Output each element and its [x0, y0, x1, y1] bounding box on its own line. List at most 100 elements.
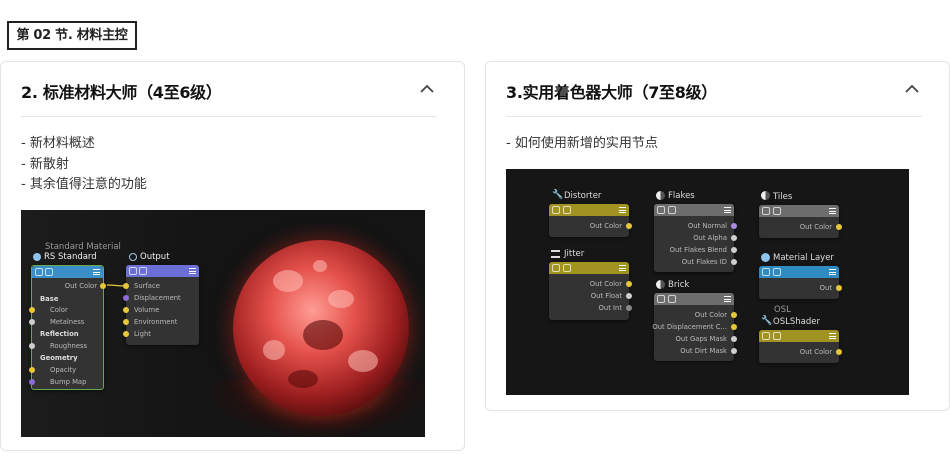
image-icon	[668, 206, 676, 214]
texture-icon	[656, 280, 665, 289]
port-label: Out Dirt Mask	[680, 347, 727, 355]
port-dot[interactable]	[626, 223, 632, 229]
port-dot[interactable]	[731, 312, 737, 318]
menu-icon[interactable]	[724, 207, 731, 213]
port-label: Out Displacement C...	[652, 323, 727, 331]
tiles-node[interactable]: Out Color	[759, 205, 842, 238]
port-dot[interactable]	[731, 324, 737, 330]
gear-icon	[762, 268, 770, 276]
port-label: Out Flakes Blend	[669, 246, 727, 254]
menu-icon[interactable]	[619, 207, 626, 213]
port-label: Out Color	[589, 222, 622, 230]
menu-icon[interactable]	[829, 269, 836, 275]
section-tag: 第 02 节. 材料主控	[7, 21, 137, 50]
course-card-standard-material: 2. 标准材料大师（4至6级） 新材料概述 新散射 其余值得注意的功能 Stan…	[0, 61, 465, 451]
port-dot[interactable]	[836, 285, 842, 291]
card-header[interactable]: 3.实用着色器大师（7至8级）	[506, 62, 922, 117]
material-sphere	[233, 240, 409, 416]
port-dot[interactable]	[731, 235, 737, 241]
card-title: 2. 标准材料大师（4至6级）	[21, 83, 222, 102]
distorter-node[interactable]: Out Color	[549, 204, 632, 237]
port-dot[interactable]	[123, 307, 129, 313]
port-dot[interactable]	[123, 283, 129, 289]
list-item: 如何使用新增的实用节点	[506, 134, 658, 155]
chevron-up-icon[interactable]	[419, 81, 435, 97]
node-title: Material Layer	[773, 253, 834, 263]
chevron-up-icon[interactable]	[904, 81, 920, 97]
output-icon	[129, 253, 137, 261]
port-dot[interactable]	[123, 295, 129, 301]
noise-icon	[551, 250, 560, 258]
node-title: Output	[140, 252, 170, 262]
menu-icon[interactable]	[829, 333, 836, 339]
flakes-node[interactable]: Out Normal Out Alpha Out Flakes Blend Ou…	[654, 204, 737, 272]
port-label: Out Float	[590, 292, 622, 300]
topic-list: 如何使用新增的实用节点	[506, 134, 658, 155]
texture-icon	[761, 191, 770, 200]
menu-icon[interactable]	[619, 265, 626, 271]
port-dot[interactable]	[731, 247, 737, 253]
port-dot[interactable]	[626, 293, 632, 299]
menu-icon[interactable]	[189, 268, 196, 274]
node-editor-screenshot: Standard Material RS Standard Out Color …	[21, 210, 425, 437]
image-icon	[773, 332, 781, 340]
port-label: Out Alpha	[693, 234, 727, 242]
port-label: Out Int	[598, 304, 622, 312]
port-dot[interactable]	[123, 331, 129, 337]
gear-icon	[552, 206, 560, 214]
port-label: Out Normal	[687, 222, 727, 230]
image-icon	[563, 264, 571, 272]
port-label: Out Color	[589, 280, 622, 288]
port-label: Out	[819, 284, 832, 292]
image-icon	[139, 267, 147, 275]
node-editor-screenshot: 🔧 Distorter Out Color Jitter Out Color O…	[506, 169, 909, 395]
port-dot[interactable]	[731, 223, 737, 229]
material-layer-node[interactable]: Out	[759, 266, 842, 299]
card-title: 3.实用着色器大师（7至8级）	[506, 83, 717, 102]
node-title: Jitter	[564, 249, 585, 259]
port-dot[interactable]	[731, 259, 737, 265]
image-icon	[773, 207, 781, 215]
port-dot[interactable]	[626, 305, 632, 311]
gear-icon	[762, 332, 770, 340]
port-dot[interactable]	[626, 281, 632, 287]
port-label: Surface	[134, 282, 160, 290]
port-dot[interactable]	[731, 348, 737, 354]
gear-icon	[552, 264, 560, 272]
port-label: Volume	[134, 306, 160, 314]
texture-icon	[656, 191, 665, 200]
port-label: Out Color	[799, 223, 832, 231]
topic-list: 新材料概述 新散射 其余值得注意的功能	[21, 134, 147, 196]
gear-icon	[657, 206, 665, 214]
brick-node[interactable]: Out Color Out Displacement C... Out Gaps…	[652, 293, 737, 361]
port-dot[interactable]	[123, 319, 129, 325]
port-dot[interactable]	[731, 336, 737, 342]
list-item: 其余值得注意的功能	[21, 175, 147, 196]
port-label: Environment	[134, 318, 178, 326]
port-dot[interactable]	[836, 349, 842, 355]
port-dot[interactable]	[836, 224, 842, 230]
image-icon	[668, 295, 676, 303]
node-title: Brick	[668, 280, 690, 290]
port-label: Out Color	[694, 311, 727, 319]
jitter-node[interactable]: Out Color Out Float Out Int	[549, 262, 632, 320]
node-title: Tiles	[773, 192, 793, 202]
wrench-icon: 🔧	[761, 316, 773, 326]
menu-icon[interactable]	[829, 208, 836, 214]
node-caption: OSL	[774, 305, 791, 315]
list-item: 新材料概述	[21, 134, 147, 155]
course-card-utility-shader: 3.实用着色器大师（7至8级） 如何使用新增的实用节点 🔧 Distorter …	[485, 61, 950, 411]
menu-icon[interactable]	[724, 296, 731, 302]
image-icon	[563, 206, 571, 214]
gear-icon	[762, 207, 770, 215]
card-header[interactable]: 2. 标准材料大师（4至6级）	[21, 62, 437, 117]
osl-shader-node[interactable]: Out Color	[759, 330, 842, 363]
wrench-icon: 🔧	[552, 190, 564, 200]
node-title: Distorter	[564, 191, 602, 201]
node-title: Flakes	[668, 191, 695, 201]
image-icon	[773, 268, 781, 276]
output-node[interactable]: Surface Displacement Volume Environment …	[123, 265, 199, 345]
port-label: Displacement	[134, 294, 181, 302]
gear-icon	[657, 295, 665, 303]
sphere-icon	[761, 253, 770, 262]
